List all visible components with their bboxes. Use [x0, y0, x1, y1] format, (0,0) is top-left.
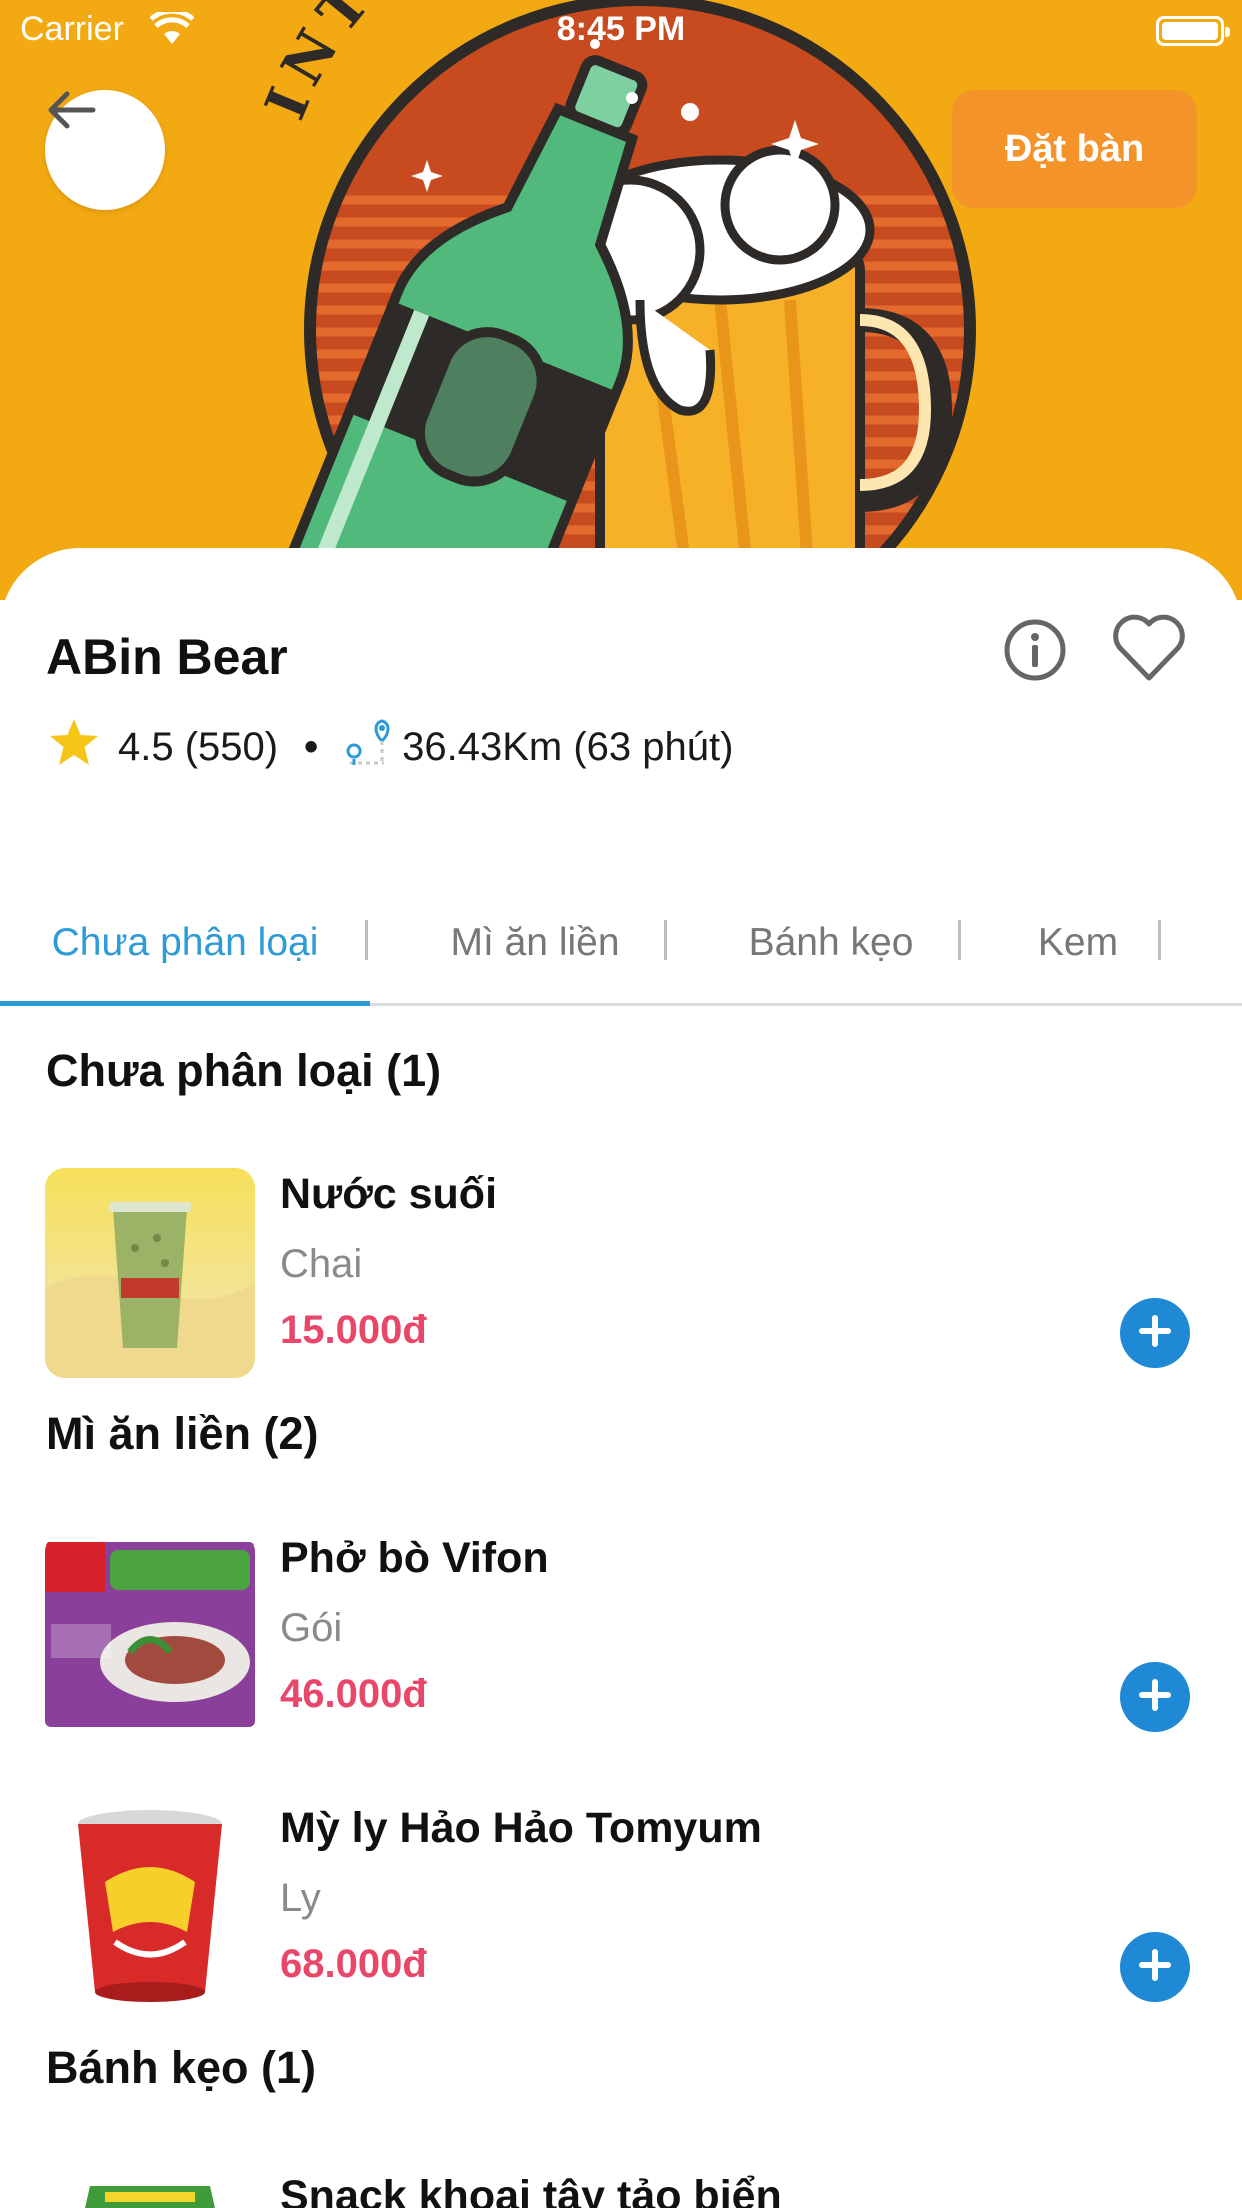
tab-mi-an-lien[interactable]: Mì ăn liền [405, 880, 665, 1006]
add-to-cart-button[interactable] [1120, 1662, 1190, 1732]
distance-text: 36.43Km (63 phút) [402, 724, 734, 769]
star-icon [48, 717, 100, 777]
section-title: Bánh kẹo (1) [46, 2042, 317, 2093]
route-map-pin-icon [344, 717, 392, 777]
section-title: Chưa phân loại (1) [46, 1045, 442, 1096]
shop-name: ABin Bear [46, 629, 288, 685]
plus-icon [1138, 1314, 1172, 1353]
meta-separator: • [304, 724, 319, 769]
hero-banner: INTERNATIONAL Carrier 8:45 PM Đặt bàn [0, 0, 1242, 600]
add-to-cart-button[interactable] [1120, 1932, 1190, 2002]
back-button[interactable] [45, 90, 165, 210]
heart-icon[interactable] [1112, 614, 1186, 689]
status-bar: Carrier 8:45 PM [0, 0, 1242, 60]
battery-icon [1156, 16, 1230, 46]
product-price: 46.000đ [280, 1672, 427, 1716]
product-name: Phở bò Vifon [280, 1534, 549, 1582]
product-name: Mỳ ly Hảo Hảo Tomyum [280, 1804, 762, 1852]
plus-icon [1138, 1678, 1172, 1717]
product-name: Nước suối [280, 1170, 498, 1218]
book-table-button[interactable]: Đặt bàn [952, 90, 1197, 208]
product-name: Snack khoai tây tảo biển [280, 2172, 782, 2208]
active-tab-indicator [0, 1001, 370, 1006]
product-price: 68.000đ [280, 1942, 427, 1986]
product-unit: Gói [280, 1606, 343, 1650]
plus-icon [1138, 1948, 1172, 1987]
tab-separator [664, 920, 667, 960]
add-to-cart-button[interactable] [1120, 1298, 1190, 1368]
rating-text: 4.5 (550) [118, 724, 279, 769]
clock-time: 8:45 PM [556, 10, 686, 48]
tab-chua-phan-loai[interactable]: Chưa phân loại [0, 880, 370, 1006]
section-title: Mì ăn liền (2) [46, 1408, 319, 1459]
info-icon[interactable] [1003, 618, 1067, 687]
tab-separator [958, 920, 961, 960]
tab-separator [1158, 920, 1161, 960]
shop-meta: 4.5 (550) • 36.43Km (63 phút) [48, 717, 734, 777]
category-tabs: Chưa phân loại Mì ăn liền Bánh kẹo Kem [0, 880, 1242, 1006]
snack-bag-icon [45, 2172, 255, 2208]
tab-kem[interactable]: Kem [998, 880, 1158, 1006]
product-price: 15.000đ [280, 1308, 427, 1352]
noodle-cup-icon [45, 1802, 255, 2012]
product-unit: Chai [280, 1242, 363, 1286]
noodle-pack-icon [45, 1532, 255, 1742]
tab-separator [365, 920, 368, 960]
product-unit: Ly [280, 1876, 321, 1920]
tab-banh-keo[interactable]: Bánh kẹo [702, 880, 960, 1006]
milk-tea-cup-icon [45, 1168, 255, 1378]
